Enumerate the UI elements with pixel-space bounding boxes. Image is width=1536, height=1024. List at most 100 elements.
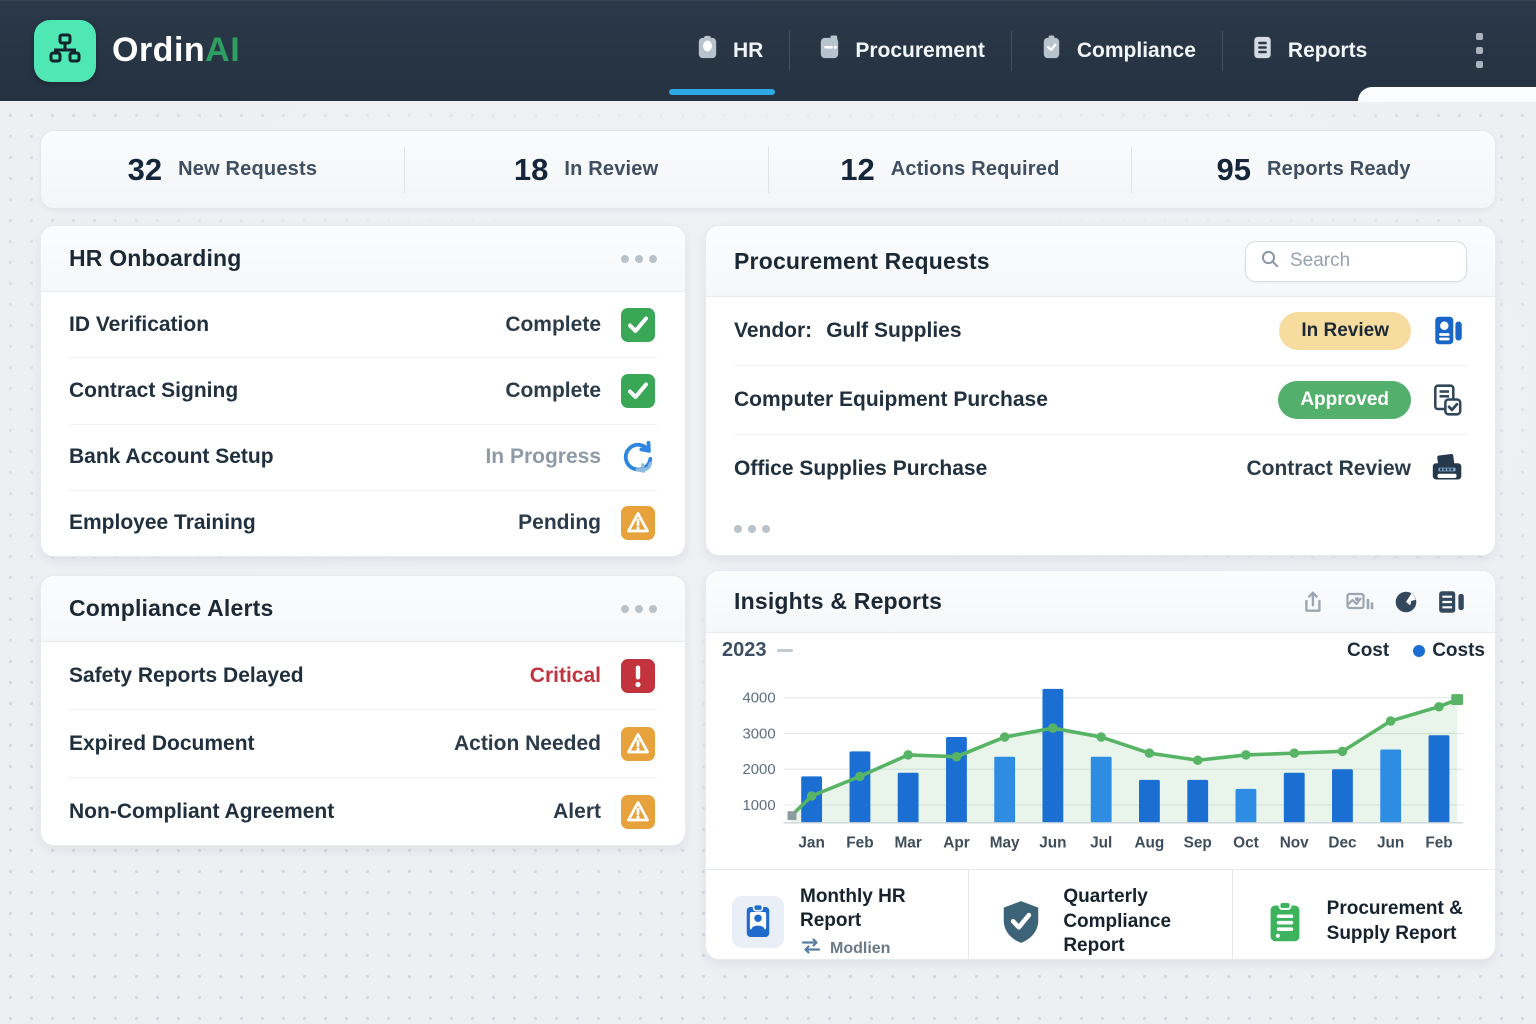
- check-square-icon: [619, 306, 657, 344]
- compliance-alert-row[interactable]: Non-Compliant Agreement Alert: [69, 778, 657, 845]
- nav-item-label: Compliance: [1077, 39, 1196, 63]
- doc-lines-icon: [1249, 34, 1276, 67]
- row-label: Bank Account Setup: [69, 445, 274, 469]
- nav-item-hr[interactable]: HR: [668, 0, 789, 101]
- nav-item-compliance[interactable]: Compliance: [1012, 0, 1222, 101]
- insights-card: Insights & Reports 2023 CostCosts 100020…: [705, 570, 1496, 960]
- status-badge: In Review: [1279, 312, 1411, 350]
- share-icon[interactable]: [1299, 587, 1329, 617]
- hr-card-menu-icon[interactable]: [621, 249, 657, 269]
- id-badge-icon: [732, 896, 784, 948]
- procurement-more-icon[interactable]: [734, 519, 770, 539]
- row-label: ID Verification: [69, 313, 209, 337]
- compliance-title: Compliance Alerts: [69, 595, 274, 622]
- stat-value: 95: [1217, 152, 1251, 188]
- compliance-alert-row[interactable]: Expired Document Action Needed: [69, 710, 657, 778]
- report-shortcut[interactable]: QuarterlyCompliance Report: [968, 870, 1231, 960]
- fax-icon: [1429, 450, 1467, 488]
- row-label: Employee Training: [69, 511, 256, 535]
- legend-dot: [1413, 645, 1425, 657]
- row-status: Complete: [505, 379, 601, 403]
- stats-bar: 32 New Requests18 In Review12 Actions Re…: [40, 130, 1496, 209]
- svg-text:Oct: Oct: [1233, 835, 1259, 852]
- svg-text:2000: 2000: [743, 762, 776, 778]
- kebab-menu-icon[interactable]: [1476, 33, 1484, 75]
- stat-label: New Requests: [178, 158, 317, 181]
- brand-logo: [34, 20, 96, 82]
- procurement-card: Procurement Requests Vendor:Gulf Supplie…: [705, 225, 1496, 556]
- warning-triangle-icon: [619, 725, 657, 763]
- row-status: Critical: [530, 664, 601, 688]
- clipboard-person-icon: [694, 34, 721, 67]
- svg-text:Feb: Feb: [846, 835, 873, 852]
- report-title: QuarterlyCompliance Report: [1063, 885, 1221, 959]
- procurement-row[interactable]: Office Supplies Purchase Contract Review: [734, 435, 1467, 503]
- report-shortcut[interactable]: Monthly HR Report Modlien: [706, 870, 968, 960]
- search-box[interactable]: [1245, 241, 1467, 282]
- report-subtitle: Modlien: [800, 938, 958, 959]
- stat-actions-required: 12 Actions Required: [769, 131, 1132, 208]
- id-card-icon: [1429, 312, 1467, 350]
- row-status: In Progress: [485, 445, 601, 469]
- insights-chart: 1000200030004000JanFebMarAprMayJunJulAug…: [706, 662, 1495, 869]
- stat-reports-ready: 95 Reports Ready: [1132, 131, 1495, 208]
- stat-new-requests: 32 New Requests: [41, 131, 404, 208]
- row-status: Action Needed: [454, 732, 601, 756]
- hr-onboarding-row[interactable]: Contract Signing Complete: [69, 358, 657, 424]
- top-navbar: OrdinAI HR Procurement Compliance Report…: [0, 0, 1536, 101]
- compliance-card-menu-icon[interactable]: [621, 599, 657, 619]
- status-badge: Approved: [1278, 381, 1411, 419]
- row-label: Expired Document: [69, 732, 255, 756]
- svg-text:Apr: Apr: [943, 835, 969, 852]
- search-icon: [1260, 249, 1280, 274]
- swap-arrows-icon: [800, 938, 822, 959]
- svg-text:1000: 1000: [743, 798, 776, 814]
- svg-text:Dec: Dec: [1328, 835, 1357, 852]
- report-title: Monthly HR Report: [800, 885, 958, 934]
- stat-value: 32: [128, 152, 162, 188]
- search-input[interactable]: [1290, 250, 1452, 272]
- nav-item-label: HR: [733, 39, 763, 63]
- svg-text:4000: 4000: [743, 691, 776, 707]
- image-chart-icon[interactable]: [1345, 587, 1375, 617]
- nav-item-label: Procurement: [855, 39, 985, 63]
- clipboard-green-icon: [1259, 896, 1311, 948]
- row-status: Contract Review: [1246, 457, 1411, 481]
- warning-triangle-icon: [619, 504, 657, 542]
- procurement-row[interactable]: Computer Equipment Purchase Approved: [734, 366, 1467, 435]
- hr-onboarding-row[interactable]: ID Verification Complete: [69, 292, 657, 358]
- legend-item: Cost: [1347, 640, 1389, 662]
- stat-value: 18: [514, 152, 548, 188]
- nav-item-procurement[interactable]: Procurement: [790, 0, 1011, 101]
- hr-onboarding-card: HR Onboarding ID Verification Complete C…: [40, 225, 686, 557]
- warning-triangle-icon: [619, 793, 657, 831]
- report-shortcut[interactable]: Procurement &Supply Report: [1232, 870, 1495, 960]
- nav-item-label: Reports: [1288, 39, 1367, 63]
- stat-label: Reports Ready: [1267, 158, 1411, 181]
- doc-list-icon[interactable]: [1437, 587, 1467, 617]
- chart-legend: CostCosts: [1347, 640, 1485, 662]
- hr-onboarding-row[interactable]: Employee Training Pending: [69, 491, 657, 556]
- row-status: Pending: [518, 511, 601, 535]
- brand[interactable]: OrdinAI: [34, 20, 240, 82]
- pie-chart-icon[interactable]: [1391, 587, 1421, 617]
- row-label: Contract Signing: [69, 379, 238, 403]
- svg-text:Sep: Sep: [1184, 835, 1212, 852]
- svg-text:May: May: [990, 835, 1020, 852]
- procurement-row[interactable]: Vendor:Gulf Supplies In Review: [734, 297, 1467, 366]
- row-label: Computer Equipment Purchase: [734, 388, 1048, 412]
- compliance-alerts-card: Compliance Alerts Safety Reports Delayed…: [40, 575, 686, 846]
- clipboard-list-icon: [816, 34, 843, 67]
- svg-text:Jun: Jun: [1377, 835, 1404, 852]
- stat-in-review: 18 In Review: [405, 131, 768, 208]
- procurement-title: Procurement Requests: [734, 248, 990, 275]
- hr-onboarding-row[interactable]: Bank Account Setup In Progress: [69, 425, 657, 491]
- row-label: Safety Reports Delayed: [69, 664, 304, 688]
- svg-text:Jan: Jan: [798, 835, 824, 852]
- compliance-alert-row[interactable]: Safety Reports Delayed Critical: [69, 642, 657, 710]
- main-nav: HR Procurement Compliance Reports: [668, 0, 1393, 101]
- refresh-circle-icon: [619, 438, 657, 476]
- nav-item-reports[interactable]: Reports: [1223, 0, 1393, 101]
- row-status: Complete: [505, 313, 601, 337]
- row-label: Vendor:Gulf Supplies: [734, 319, 962, 343]
